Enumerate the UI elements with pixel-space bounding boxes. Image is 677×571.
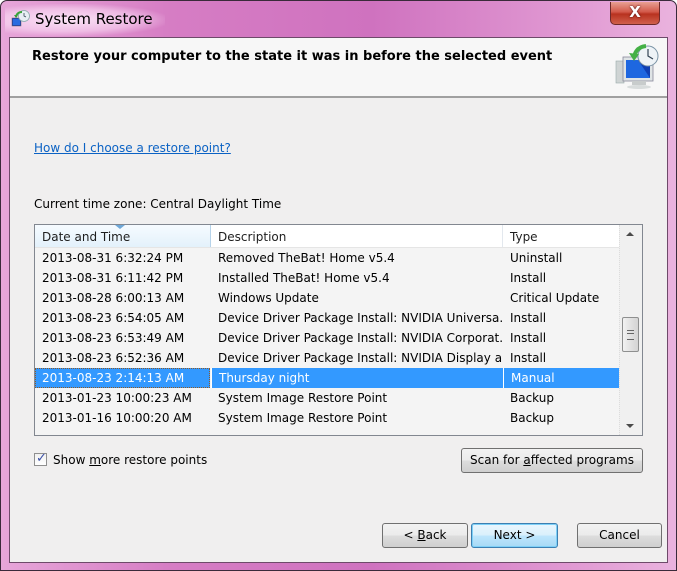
timezone-label: Current time zone: Central Daylight Time <box>34 197 282 211</box>
dialog-client-area: Restore your computer to the state it wa… <box>9 37 668 563</box>
description-cell: System Image Restore Point <box>218 411 388 425</box>
show-more-label: Show more restore points <box>53 452 207 468</box>
restore-point-row[interactable]: 2013-08-31 6:32:24 PM Removed TheBat! Hom… <box>35 248 619 268</box>
scroll-down-arrow-icon[interactable] <box>620 417 642 435</box>
description-cell: Windows Update <box>218 291 319 305</box>
label-part: ffected programs <box>530 453 634 467</box>
description-cell: Device Driver Package Install: NVIDIA Di… <box>218 351 503 365</box>
date-cell: 2013-08-23 6:52:36 AM <box>42 351 185 365</box>
system-restore-window: System Restore X Restore your computer t… <box>0 0 677 571</box>
restore-point-row[interactable]: 2013-08-28 6:00:13 AM Windows Update Criti… <box>35 288 619 308</box>
date-cell: 2013-08-28 6:00:13 AM <box>42 291 185 305</box>
restore-point-row[interactable]: 2013-08-23 6:53:49 AM Device Driver Packa… <box>35 328 619 348</box>
thumb-grip-icon <box>627 333 634 334</box>
accelerator-key: a <box>523 453 531 467</box>
close-button[interactable]: X <box>610 2 660 25</box>
description-cell: Device Driver Package Install: NVIDIA Co… <box>218 331 503 345</box>
type-cell: Install <box>510 351 547 365</box>
accelerator-key: m <box>89 453 101 467</box>
label-part: ack <box>425 528 447 542</box>
description-cell: Installed TheBat! Home v5.4 <box>218 271 390 285</box>
type-cell: Uninstall <box>510 251 563 265</box>
scroll-up-arrow-icon[interactable] <box>620 225 642 243</box>
type-cell: Critical Update <box>510 291 600 305</box>
back-button[interactable]: < Back <box>382 523 468 548</box>
type-cell: Install <box>510 331 547 345</box>
vertical-scrollbar[interactable] <box>619 225 642 435</box>
date-cell: 2013-01-23 10:00:23 AM <box>42 391 192 405</box>
restore-point-row[interactable]: 2013-01-23 10:00:23 AM System Image Resto… <box>35 388 619 408</box>
description-cell: Removed TheBat! Home v5.4 <box>218 251 395 265</box>
description-cell: Device Driver Package Install: NVIDIA Un… <box>218 311 503 325</box>
restore-point-row[interactable]: 2013-08-31 6:11:42 PM Installed TheBat! H… <box>35 268 619 288</box>
restore-point-row[interactable]: 2013-08-23 6:54:05 AM Device Driver Packa… <box>35 308 619 328</box>
date-cell: 2013-08-23 2:14:13 AM <box>35 368 210 388</box>
restore-point-row[interactable]: 2013-08-23 2:14:13 AM Thursday night Manua… <box>35 368 619 388</box>
sort-descending-icon <box>115 225 125 229</box>
label-part: ore restore points <box>100 453 208 467</box>
date-cell: 2013-08-23 6:54:05 AM <box>42 311 185 325</box>
column-header-date[interactable]: Date and Time <box>35 225 211 247</box>
list-header: Date and Time Description Type <box>35 225 619 248</box>
column-header-description[interactable]: Description <box>211 225 503 247</box>
type-cell: Backup <box>510 411 554 425</box>
system-restore-computer-icon <box>615 44 659 89</box>
type-cell: Install <box>510 271 547 285</box>
label-part: Show <box>53 453 90 467</box>
list-body: 2013-08-31 6:32:24 PM Removed TheBat! Hom… <box>35 248 619 435</box>
restore-point-row[interactable]: 2013-01-16 10:00:20 AM System Image Resto… <box>35 408 619 428</box>
type-cell: Backup <box>510 391 554 405</box>
column-header-type-label: Type <box>510 230 538 244</box>
show-more-checkbox[interactable]: ✓ <box>34 451 47 466</box>
help-link-choose-restore-point[interactable]: How do I choose a restore point? <box>34 141 231 155</box>
scan-affected-programs-button[interactable]: Scan for affected programs <box>461 448 643 473</box>
type-cell: Install <box>510 311 547 325</box>
next-button[interactable]: Next > <box>471 523 558 548</box>
column-header-date-label: Date and Time <box>42 230 131 244</box>
date-cell: 2013-08-31 6:32:24 PM <box>42 251 184 265</box>
label-part: Scan for <box>470 453 524 467</box>
system-restore-icon <box>11 10 30 27</box>
column-header-type[interactable]: Type <box>503 225 619 247</box>
date-cell: 2013-08-23 6:53:49 AM <box>42 331 185 345</box>
restore-point-row[interactable]: 2013-08-23 6:52:36 AM Device Driver Packa… <box>35 348 619 368</box>
header-panel: Restore your computer to the state it wa… <box>10 38 667 98</box>
column-header-description-label: Description <box>218 230 287 244</box>
cancel-button[interactable]: Cancel <box>577 523 662 548</box>
scrollbar-thumb[interactable] <box>622 317 639 352</box>
window-title: System Restore <box>35 10 153 28</box>
restore-points-list[interactable]: Date and Time Description Type 2013-08-3… <box>34 224 643 436</box>
checkmark-icon: ✓ <box>36 451 47 466</box>
date-cell: 2013-01-16 10:00:20 AM <box>42 411 192 425</box>
header-title: Restore your computer to the state it wa… <box>32 49 553 64</box>
date-cell: 2013-08-31 6:11:42 PM <box>42 271 184 285</box>
title-bar[interactable]: System Restore X <box>1 1 676 38</box>
accelerator-key: B <box>417 528 426 542</box>
type-cell: Manual <box>503 368 619 388</box>
label-part: < <box>403 528 418 542</box>
description-cell: System Image Restore Point <box>218 391 388 405</box>
description-cell: Thursday night <box>211 368 503 388</box>
